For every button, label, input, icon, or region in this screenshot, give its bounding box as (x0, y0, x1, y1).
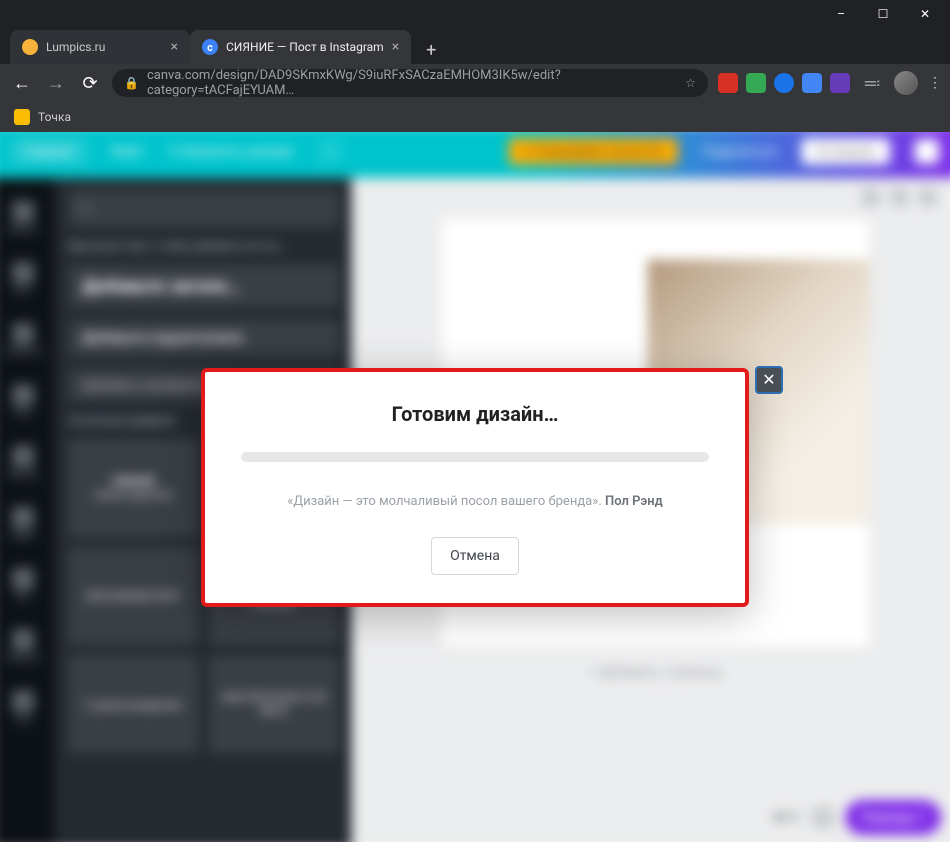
window-minimize[interactable]: – (820, 1, 862, 27)
tab-title: Lumpics.ru (46, 40, 105, 54)
tab-close-icon[interactable]: × (171, 39, 178, 55)
tab-strip: Lumpics.ru × c СИЯНИЕ — Пост в Instagram… (0, 28, 950, 64)
page-content: Главная Файл ✦ Изменить размер ✦ Попробу… (0, 132, 950, 842)
profile-avatar[interactable] (894, 71, 918, 95)
bookmark-item[interactable]: Точка (38, 110, 71, 124)
extension-icon[interactable] (718, 73, 738, 93)
extension-icon[interactable] (802, 73, 822, 93)
tab-title: СИЯНИЕ — Пост в Instagram (226, 40, 384, 54)
tab-close-icon[interactable]: × (392, 39, 399, 55)
modal-overlay: Готовим дизайн… «Дизайн — это молчаливый… (0, 132, 950, 842)
browser-toolbar: ← → ⟳ 🔒 canva.com/design/DAD9SKmxKWg/S9i… (0, 64, 950, 102)
forward-button[interactable]: → (44, 73, 68, 94)
lock-icon: 🔒 (124, 76, 139, 90)
extension-icon[interactable] (746, 73, 766, 93)
browser-tab-canva[interactable]: c СИЯНИЕ — Пост в Instagram × (190, 30, 411, 64)
star-icon[interactable]: ☆ (685, 76, 696, 90)
bookmarks-bar: Точка (0, 102, 950, 132)
cancel-button[interactable]: Отмена (431, 537, 519, 575)
favicon-icon (22, 39, 38, 55)
preparing-design-modal: Готовим дизайн… «Дизайн — это молчаливый… (201, 368, 749, 607)
extensions (718, 73, 850, 93)
window-close[interactable]: ✕ (904, 1, 946, 27)
reload-button[interactable]: ⟳ (78, 73, 102, 94)
window-maximize[interactable]: ☐ (862, 1, 904, 27)
modal-title: Готовим дизайн… (241, 402, 709, 426)
address-bar[interactable]: 🔒 canva.com/design/DAD9SKmxKWg/S9iuRFxSA… (112, 69, 708, 97)
window-title-bar: – ☐ ✕ (0, 0, 950, 28)
modal-close-button[interactable]: ✕ (755, 366, 783, 394)
browser-tab-lumpics[interactable]: Lumpics.ru × (10, 30, 190, 64)
extension-icon[interactable] (774, 73, 794, 93)
favicon-icon: c (202, 39, 218, 55)
reading-list-icon[interactable]: ≕ (860, 73, 884, 94)
browser-window: – ☐ ✕ Lumpics.ru × c СИЯНИЕ — Пост в Ins… (0, 0, 950, 842)
bookmark-folder-icon (14, 109, 30, 125)
new-tab-button[interactable]: + (417, 36, 445, 64)
kebab-menu-icon[interactable]: ⋮ (928, 75, 940, 91)
extension-icon[interactable] (830, 73, 850, 93)
progress-bar (241, 452, 709, 462)
modal-quote: «Дизайн — это молчаливый посол вашего бр… (241, 494, 709, 509)
url-text: canva.com/design/DAD9SKmxKWg/S9iuRFxSACz… (147, 68, 677, 98)
back-button[interactable]: ← (10, 73, 34, 94)
